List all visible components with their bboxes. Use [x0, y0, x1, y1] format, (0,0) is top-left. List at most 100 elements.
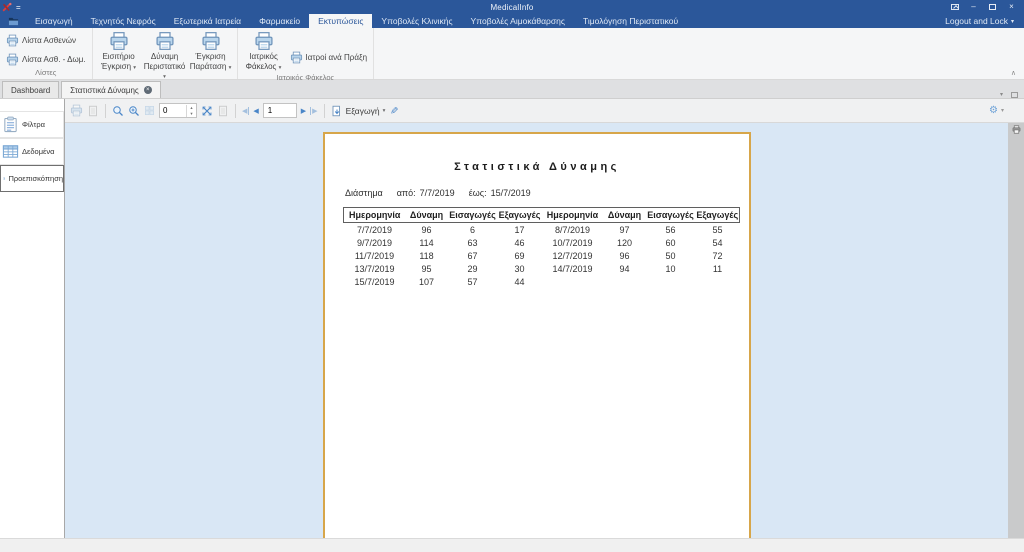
spin-down-icon[interactable]: ▾	[187, 111, 196, 117]
chevron-down-icon[interactable]: ▾	[1001, 107, 1004, 114]
tab-ypoboles-klinikis[interactable]: Υποβολές Κλινικής	[372, 14, 461, 28]
report-table-cell: 17	[498, 223, 542, 237]
report-table-cell: 94	[604, 262, 646, 275]
interval-label: Διάστημα	[345, 188, 383, 198]
status-bar	[0, 538, 1024, 552]
report-table-cell: 55	[696, 223, 740, 237]
report-table-cell: 57	[448, 275, 498, 288]
report-table-row: 15/7/20191075744	[344, 275, 740, 288]
zoom-value-input[interactable]	[160, 104, 186, 117]
tab-ypoboles-aimokatharsis[interactable]: Υποβολές Αιμοκάθαρσης	[462, 14, 574, 28]
report-table-cell: 95	[406, 262, 448, 275]
zoom-spin-buttons[interactable]: ▴ ▾	[186, 105, 196, 117]
ribbon-group-label: Λίστες	[3, 67, 89, 79]
tab-farmakeio[interactable]: Φαρμακείο	[250, 14, 309, 28]
chevron-down-icon: ▾	[1011, 18, 1014, 25]
gear-icon[interactable]: ⚙	[989, 105, 998, 116]
tab-timologisi-peristatikou[interactable]: Τιμολόγηση Περιστατικού	[574, 14, 687, 28]
sidebar-item-filtra[interactable]: Φίλτρα	[0, 111, 64, 138]
list-patients-rooms-button[interactable]: Λίστα Ασθ. - Δωμ.	[3, 52, 89, 67]
collapse-ribbon-icon[interactable]: ∧	[1011, 70, 1016, 77]
report-table-header: ΗμερομηνίαΔύναμηΕισαγωγέςΕξαγωγέςΗμερομη…	[344, 208, 740, 223]
document-tab-bar: Dashboard Στατιστικά Δύναμης × ▾	[0, 80, 1024, 99]
report-table-cell: 69	[498, 249, 542, 262]
tab-texnitos-nefros[interactable]: Τεχνητός Νεφρός	[82, 14, 165, 28]
quick-print-button[interactable]	[87, 105, 99, 117]
page-icon	[217, 105, 229, 117]
report-table-cell	[696, 275, 740, 288]
report-table-row: 11/7/2019118676912/7/2019965072	[344, 249, 740, 262]
ticket-approval-button[interactable]: Εισιτήριο Έγκριση ▾	[96, 30, 142, 72]
report-table-cell: 96	[406, 223, 448, 237]
fit-width-button[interactable]	[217, 105, 229, 117]
tab-eisagogi[interactable]: Εισαγωγή	[26, 14, 82, 28]
grid-pages-icon	[144, 105, 155, 116]
report-table-cell: 6	[448, 223, 498, 237]
report-table-cell: 56	[646, 223, 696, 237]
report-table-header-cell: Εξαγωγές	[696, 208, 740, 223]
approval-extension-button[interactable]: Έγκριση Παράταση ▾	[188, 30, 234, 72]
logout-and-lock-button[interactable]: Logout and Lock ▾	[935, 14, 1024, 28]
ribbon-group-ektyposeis-peristatikon: Εισιτήριο Έγκριση ▾ Δύναμη Περιστατικό ▾…	[93, 28, 238, 79]
page-icon	[87, 105, 99, 117]
multiple-pages-button[interactable]	[144, 105, 155, 116]
from-value: 7/7/2019	[420, 188, 455, 198]
report-table: ΗμερομηνίαΔύναμηΕισαγωγέςΕξαγωγέςΗμερομη…	[343, 207, 740, 288]
ribbon: Λίστα Ασθενών Λίστα Ασθ. - Δωμ. Λίστες Ε…	[0, 28, 1024, 80]
report-table-cell: 50	[646, 249, 696, 262]
report-interval: Διάστημα από: 7/7/2019 έως: 15/7/2019	[345, 188, 749, 198]
report-table-cell: 10/7/2019	[542, 236, 604, 249]
next-page-button[interactable]: ▶	[301, 107, 306, 115]
main-panel: ▴ ▾ ◀ ◀ ▶ ▶ Εξαγωγή ▾ ✎	[65, 99, 1024, 538]
report-title: Στατιστικά Δύναμης	[325, 161, 749, 173]
previous-page-button[interactable]: ◀	[253, 107, 258, 115]
page-number-input[interactable]	[263, 103, 297, 118]
preview-document-icon	[3, 170, 5, 187]
report-table-cell: 107	[406, 275, 448, 288]
close-tab-icon[interactable]: ×	[144, 86, 152, 94]
fit-page-button[interactable]	[201, 105, 213, 117]
medical-file-button[interactable]: Ιατρικός Φάκελος ▾	[241, 30, 287, 72]
magnifier-button[interactable]	[112, 105, 124, 117]
report-table-cell: 30	[498, 262, 542, 275]
menubar: Εισαγωγή Τεχνητός Νεφρός Εξωτερικά Ιατρε…	[0, 14, 1024, 28]
report-page: Στατιστικά Δύναμης Διάστημα από: 7/7/201…	[323, 132, 751, 538]
report-table-header-cell: Ημερομηνία	[344, 208, 406, 223]
print-button[interactable]	[70, 104, 83, 117]
chevron-down-icon: ▾	[229, 65, 232, 71]
power-case-button[interactable]: Δύναμη Περιστατικό ▾	[142, 30, 188, 81]
vertical-scrollbar[interactable]	[1008, 123, 1024, 538]
edit-button[interactable]: ✎	[388, 106, 399, 114]
report-table-header-cell: Εισαγωγές	[646, 208, 696, 223]
report-table-row: 13/7/201995293014/7/2019941011	[344, 262, 740, 275]
ribbon-display-options-button[interactable]	[946, 1, 963, 13]
content-region: Φίλτρα Δεδομένα Προεπισκόπηση	[0, 99, 1024, 538]
report-table-cell: 11	[696, 262, 740, 275]
window-controls: – ×	[946, 1, 1024, 13]
doctors-per-act-button[interactable]: Ιατροί ανά Πράξη	[287, 50, 370, 65]
file-menu-button[interactable]	[0, 14, 26, 28]
sidebar-item-proepiskopisi[interactable]: Προεπισκόπηση	[0, 165, 64, 192]
report-table-cell: 114	[406, 236, 448, 249]
first-page-button[interactable]: ◀	[242, 107, 249, 115]
export-button[interactable]: Εξαγωγή ▾	[331, 105, 386, 117]
maximize-button[interactable]	[984, 1, 1001, 13]
doc-tab-statistika-dynamis[interactable]: Στατιστικά Δύναμης ×	[61, 81, 161, 98]
zoom-in-button[interactable]	[128, 105, 140, 117]
restore-panel-icon[interactable]	[1011, 92, 1018, 98]
ribbon-group-iatrikos-fakelos: Ιατρικός Φάκελος ▾ Ιατροί ανά Πράξη Ιατρ…	[238, 28, 374, 79]
pin-icon[interactable]: ▾	[1000, 91, 1003, 98]
close-button[interactable]: ×	[1003, 1, 1020, 13]
last-page-button[interactable]: ▶	[310, 107, 317, 115]
printer-mini-icon[interactable]	[1012, 125, 1021, 134]
sidebar-item-dedomena[interactable]: Δεδομένα	[0, 138, 64, 165]
list-patients-button[interactable]: Λίστα Ασθενών	[3, 33, 89, 48]
minimize-button[interactable]: –	[965, 1, 982, 13]
report-table-cell: 11/7/2019	[344, 249, 406, 262]
report-table-header-cell: Ημερομηνία	[542, 208, 604, 223]
report-table-cell: 63	[448, 236, 498, 249]
report-table-cell: 46	[498, 236, 542, 249]
tab-ektyposeis[interactable]: Εκτυπώσεις	[309, 14, 372, 28]
tab-exoterika-iatreia[interactable]: Εξωτερικά Ιατρεία	[165, 14, 250, 28]
doc-tab-dashboard[interactable]: Dashboard	[2, 81, 59, 98]
